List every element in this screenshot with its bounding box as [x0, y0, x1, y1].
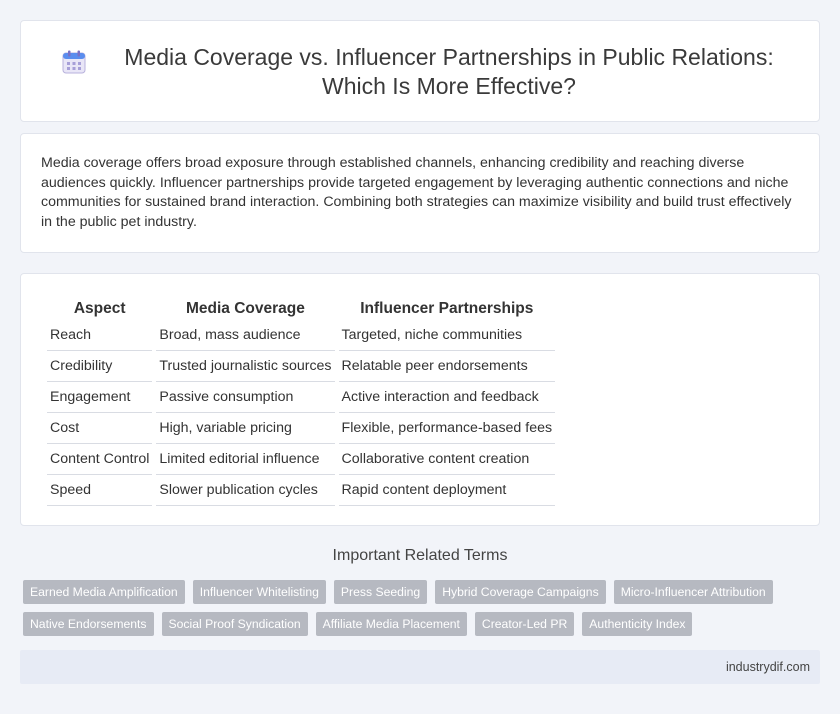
term-tag[interactable]: Native Endorsements — [23, 612, 154, 636]
intro-paragraph: Media coverage offers broad exposure thr… — [41, 155, 792, 230]
cell-influencer: Targeted, niche communities — [338, 320, 556, 351]
table-header-row: Aspect Media Coverage Influencer Partner… — [47, 294, 555, 320]
cell-influencer: Collaborative content creation — [338, 444, 556, 475]
cell-media: High, variable pricing — [156, 413, 335, 444]
table-row: Credibility Trusted journalistic sources… — [47, 351, 556, 382]
term-tag[interactable]: Affiliate Media Placement — [315, 612, 467, 636]
title-wrap: Media Coverage vs. Influencer Partnershi… — [61, 43, 789, 101]
title-card: Media Coverage vs. Influencer Partnershi… — [20, 20, 820, 122]
cell-aspect: Reach — [47, 320, 153, 351]
comparison-table: Aspect Media Coverage Influencer Partner… — [43, 294, 559, 506]
table-row: Speed Slower publication cycles Rapid co… — [47, 475, 556, 506]
header-influencer-partnerships: Influencer Partnerships — [360, 300, 534, 317]
term-tag[interactable]: Authenticity Index — [582, 612, 693, 636]
related-terms-title: Important Related Terms — [332, 547, 508, 564]
cell-media: Limited editorial influence — [156, 444, 335, 475]
cell-media: Broad, mass audience — [156, 320, 335, 351]
header-media-coverage: Media Coverage — [186, 300, 305, 317]
footer-site-link[interactable]: industrydif.com — [726, 660, 810, 674]
cell-aspect: Content Control — [47, 444, 153, 475]
cell-influencer: Rapid content deployment — [338, 475, 556, 506]
term-tag[interactable]: Creator-Led PR — [474, 612, 575, 636]
cell-aspect: Cost — [47, 413, 153, 444]
term-tag[interactable]: Social Proof Syndication — [161, 612, 308, 636]
cell-media: Trusted journalistic sources — [156, 351, 335, 382]
comparison-card: Aspect Media Coverage Influencer Partner… — [20, 273, 820, 526]
header-aspect: Aspect — [73, 300, 126, 317]
term-tag[interactable]: Influencer Whitelisting — [192, 580, 326, 604]
related-terms-tags: Earned Media Amplification Influencer Wh… — [23, 580, 813, 636]
term-tag[interactable]: Hybrid Coverage Campaigns — [435, 580, 606, 604]
cell-aspect: Speed — [47, 475, 153, 506]
term-tag[interactable]: Earned Media Amplification — [23, 580, 185, 604]
table-row: Engagement Passive consumption Active in… — [47, 382, 556, 413]
cell-influencer: Active interaction and feedback — [338, 382, 556, 413]
table-row: Reach Broad, mass audience Targeted, nic… — [47, 320, 556, 351]
intro-card: Media coverage offers broad exposure thr… — [20, 133, 820, 253]
cell-influencer: Relatable peer endorsements — [338, 351, 556, 382]
cell-aspect: Credibility — [47, 351, 153, 382]
calendar-icon — [62, 50, 86, 74]
cell-media: Passive consumption — [156, 382, 335, 413]
term-tag[interactable]: Press Seeding — [333, 580, 428, 604]
cell-influencer: Flexible, performance-based fees — [338, 413, 556, 444]
cell-media: Slower publication cycles — [156, 475, 335, 506]
table-row: Content Control Limited editorial influe… — [47, 444, 556, 475]
page-title: Media Coverage vs. Influencer Partnershi… — [124, 44, 774, 99]
term-tag[interactable]: Micro-Influencer Attribution — [613, 580, 773, 604]
footer: industrydif.com — [20, 650, 820, 684]
cell-aspect: Engagement — [47, 382, 153, 413]
table-row: Cost High, variable pricing Flexible, pe… — [47, 413, 556, 444]
